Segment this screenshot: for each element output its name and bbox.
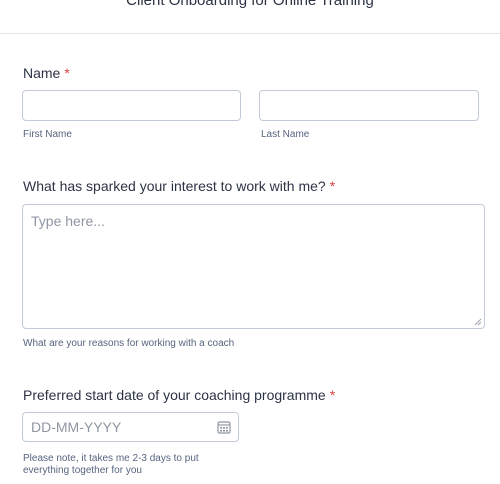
start-date-question-label: Preferred start date of your coaching pr… bbox=[23, 386, 335, 404]
interest-textarea[interactable] bbox=[22, 204, 485, 329]
start-date-field bbox=[22, 412, 239, 442]
name-question-label: Name * bbox=[23, 64, 70, 82]
interest-sublabel: What are your reasons for working with a… bbox=[23, 338, 235, 349]
last-name-sublabel: Last Name bbox=[261, 129, 310, 140]
interest-label-text: What has sparked your interest to work w… bbox=[23, 178, 326, 194]
form-page: Client Onboarding for Online Training Na… bbox=[0, 0, 500, 484]
name-label-text: Name bbox=[23, 65, 61, 81]
form-header: Client Onboarding for Online Training bbox=[0, 0, 500, 34]
required-asterisk: * bbox=[329, 178, 336, 194]
first-name-input[interactable] bbox=[22, 90, 241, 121]
required-asterisk: * bbox=[64, 65, 70, 81]
start-date-input[interactable] bbox=[22, 412, 239, 442]
resize-handle-icon[interactable] bbox=[474, 318, 482, 326]
interest-question-label: What has sparked your interest to work w… bbox=[23, 177, 335, 195]
calendar-icon[interactable] bbox=[217, 420, 231, 434]
last-name-input[interactable] bbox=[259, 90, 479, 121]
first-name-sublabel: First Name bbox=[23, 129, 72, 140]
form-title: Client Onboarding for Online Training bbox=[126, 0, 374, 9]
start-date-label-text: Preferred start date of your coaching pr… bbox=[23, 387, 326, 403]
required-asterisk: * bbox=[329, 387, 336, 403]
start-date-note: Please note, it takes me 2-3 days to put… bbox=[23, 453, 199, 476]
